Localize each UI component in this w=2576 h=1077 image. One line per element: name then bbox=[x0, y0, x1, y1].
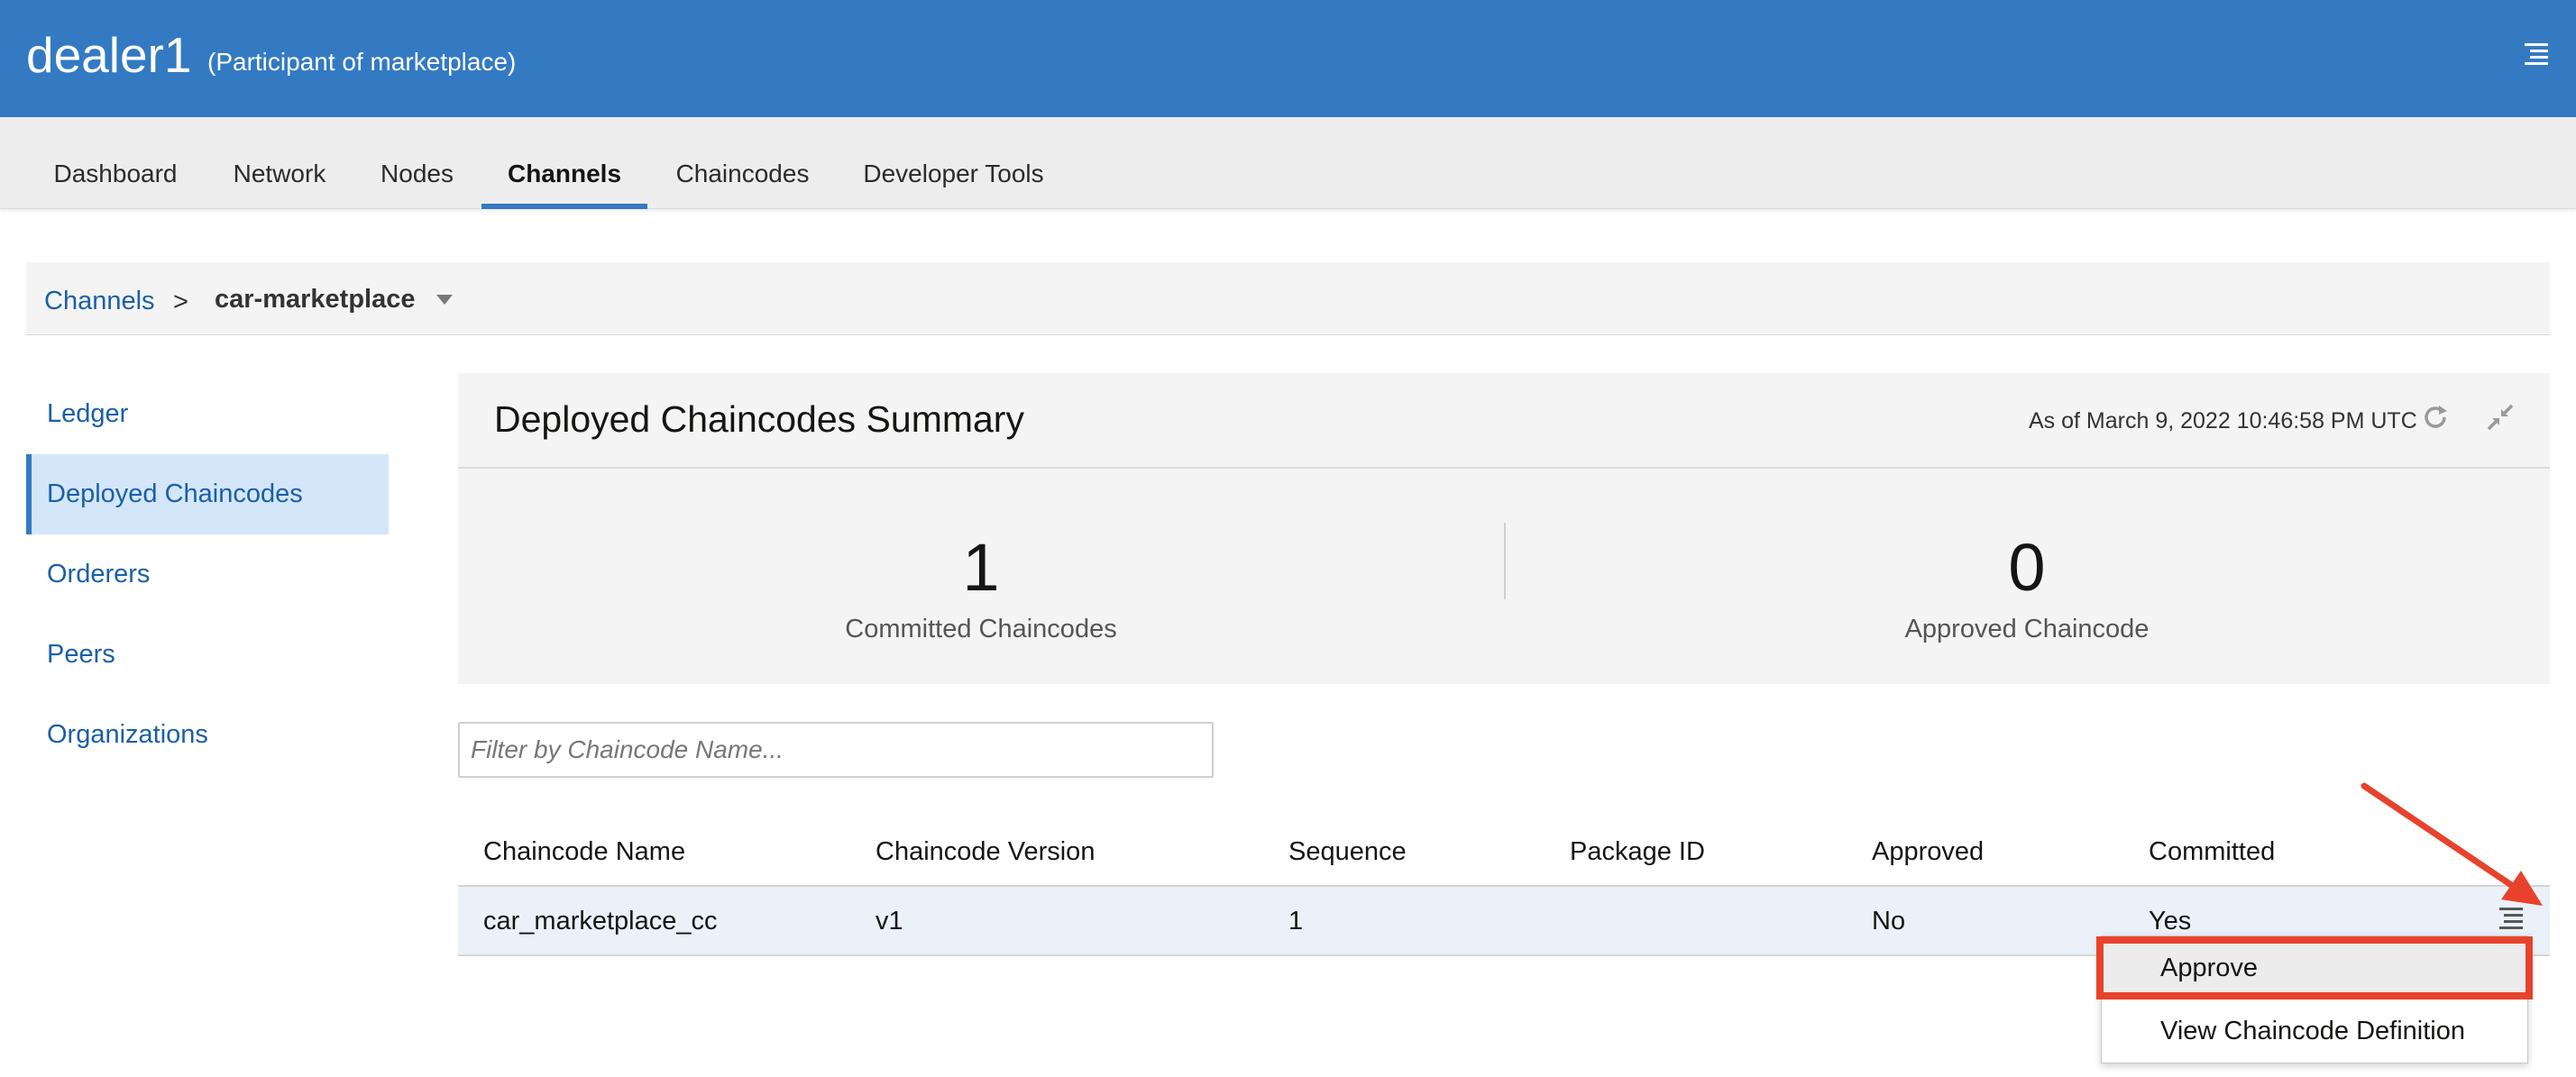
channel-selector[interactable]: car-marketplace bbox=[215, 285, 415, 315]
col-chaincode-name[interactable]: Chaincode Name bbox=[483, 837, 685, 867]
tab-network[interactable]: Network bbox=[230, 117, 329, 208]
hamburger-menu-icon[interactable] bbox=[2523, 41, 2550, 67]
metric-divider bbox=[1504, 523, 1506, 599]
approved-metric: 0 Approved Chaincode bbox=[1504, 467, 2550, 684]
approve-menu-item[interactable]: Approve bbox=[2096, 936, 2533, 999]
col-approved[interactable]: Approved bbox=[1872, 837, 1984, 867]
app-subtitle: (Participant of marketplace) bbox=[207, 48, 517, 76]
col-committed[interactable]: Committed bbox=[2149, 837, 2275, 867]
refresh-icon[interactable] bbox=[2420, 402, 2451, 433]
breadcrumb-separator: > bbox=[173, 288, 188, 316]
sidebar: Ledger Deployed Chaincodes Orderers Peer… bbox=[26, 374, 389, 775]
committed-count: 1 bbox=[962, 530, 1000, 605]
cell-chaincode-version: v1 bbox=[875, 907, 903, 936]
top-nav: Dashboard Network Nodes Channels Chainco… bbox=[0, 117, 2576, 209]
collapse-icon[interactable] bbox=[2485, 402, 2516, 433]
committed-label: Committed Chaincodes bbox=[845, 615, 1117, 643]
col-sequence[interactable]: Sequence bbox=[1288, 837, 1407, 867]
approved-count: 0 bbox=[2008, 530, 2046, 605]
app-title: dealer1 bbox=[26, 27, 192, 83]
tab-channels[interactable]: Channels bbox=[481, 117, 647, 209]
breadcrumb: Channels > car-marketplace bbox=[26, 262, 2550, 335]
row-actions-dropdown: Approve View Chaincode Definition bbox=[2096, 936, 2533, 1063]
sidebar-item-organizations[interactable]: Organizations bbox=[26, 695, 389, 775]
tab-chaincodes[interactable]: Chaincodes bbox=[673, 117, 812, 208]
col-chaincode-version[interactable]: Chaincode Version bbox=[875, 837, 1095, 867]
summary-panel-header: Deployed Chaincodes Summary As of March … bbox=[458, 373, 2550, 469]
approved-label: Approved Chaincode bbox=[1904, 615, 2150, 643]
table-header: Chaincode Name Chaincode Version Sequenc… bbox=[458, 816, 2550, 887]
cell-chaincode-name: car_marketplace_cc bbox=[483, 907, 718, 936]
summary-title: Deployed Chaincodes Summary bbox=[494, 398, 1024, 440]
breadcrumb-channels-link[interactable]: Channels bbox=[44, 287, 155, 316]
col-package-id[interactable]: Package ID bbox=[1570, 837, 1705, 867]
view-chaincode-definition-menu-item[interactable]: View Chaincode Definition bbox=[2102, 999, 2527, 1063]
tab-dashboard[interactable]: Dashboard bbox=[52, 117, 179, 208]
tab-developer-tools[interactable]: Developer Tools bbox=[861, 117, 1046, 208]
cell-approved: No bbox=[1872, 907, 1906, 936]
sidebar-item-ledger[interactable]: Ledger bbox=[26, 374, 389, 454]
cell-committed: Yes bbox=[2149, 907, 2192, 936]
tab-nodes[interactable]: Nodes bbox=[379, 117, 455, 208]
sidebar-item-orderers[interactable]: Orderers bbox=[26, 534, 389, 615]
app-header: dealer1 (Participant of marketplace) bbox=[0, 0, 2576, 117]
chevron-down-icon[interactable] bbox=[436, 295, 453, 305]
row-actions-menu-icon[interactable] bbox=[2498, 906, 2524, 933]
filter-input[interactable] bbox=[458, 722, 1214, 778]
sidebar-item-peers[interactable]: Peers bbox=[26, 615, 389, 695]
sidebar-item-deployed-chaincodes[interactable]: Deployed Chaincodes bbox=[26, 454, 389, 534]
cell-sequence: 1 bbox=[1288, 907, 1304, 936]
committed-metric: 1 Committed Chaincodes bbox=[458, 467, 1504, 684]
summary-timestamp: As of March 9, 2022 10:46:58 PM UTC bbox=[2029, 408, 2417, 434]
